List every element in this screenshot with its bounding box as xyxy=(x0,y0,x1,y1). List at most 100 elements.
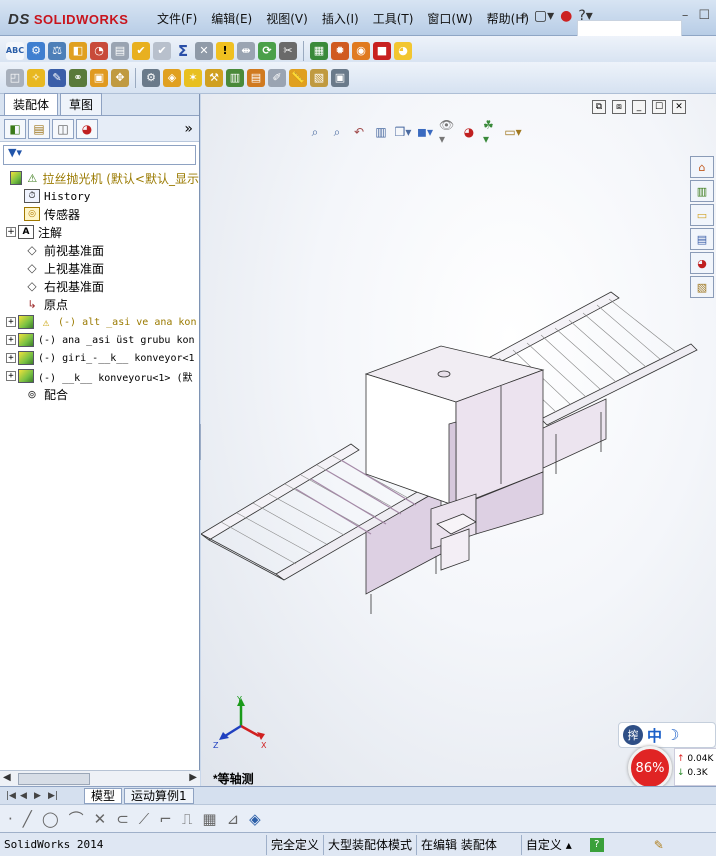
tree-item-mates[interactable]: ⊚ 配合 xyxy=(0,385,199,403)
color-icon[interactable]: ■ xyxy=(373,41,391,60)
table-icon[interactable]: ▦ xyxy=(310,41,328,60)
pattern-icon[interactable]: ▣ xyxy=(90,68,108,87)
tree-item-sensors[interactable]: ◎ 传感器 xyxy=(0,205,199,223)
measure-icon[interactable]: ◔ xyxy=(90,41,108,60)
arc-icon[interactable]: ⌒ xyxy=(69,808,84,829)
palette-icon[interactable]: ◕ xyxy=(394,41,412,60)
tree-item-origin[interactable]: ↳ 原点 xyxy=(0,295,199,313)
configuration-manager-icon[interactable]: ◫ xyxy=(52,118,74,139)
tab-motion-study[interactable]: 运动算例1 xyxy=(124,787,194,804)
trim-icon[interactable]: ✕ xyxy=(94,810,107,828)
move-component-icon[interactable]: ✥ xyxy=(111,68,129,87)
tree-item-component[interactable]: + (-) __k__ konveyoru<1> (默 xyxy=(0,367,199,385)
scroll-right-icon[interactable]: ▶ xyxy=(189,772,197,783)
last-tab-icon[interactable]: ▶| xyxy=(48,791,60,801)
tab-sketch[interactable]: 草图 xyxy=(60,93,103,115)
balance-icon[interactable]: ⚖ xyxy=(48,41,66,60)
tree-item-history[interactable]: ⏱ History xyxy=(0,187,199,205)
sum-icon[interactable]: Σ xyxy=(174,42,192,60)
smart-fasteners-icon[interactable]: ⚙ xyxy=(142,68,160,87)
check-gray-icon[interactable]: ✔ xyxy=(153,41,171,60)
tree-item-component[interactable]: + (-) giri_-__k__ konveyor<1 xyxy=(0,349,199,367)
menu-edit[interactable]: 编辑(E) xyxy=(204,10,259,27)
feature-tree-icon[interactable]: ◧ xyxy=(4,118,26,139)
reference-geometry-icon[interactable]: ✶ xyxy=(184,68,202,87)
help-icon[interactable]: ? xyxy=(589,837,604,852)
tree-horizontal-scrollbar[interactable]: ◀ ▶ xyxy=(0,770,200,786)
new-part-icon[interactable]: ✧ xyxy=(27,68,45,87)
tree-item-front-plane[interactable]: ◇ 前视基准面 xyxy=(0,241,199,259)
tree-root[interactable]: ⚠ 拉丝抛光机 (默认<默认_显示 xyxy=(0,169,199,187)
dimension-icon[interactable]: ◈ xyxy=(249,810,261,828)
menu-file[interactable]: 文件(F) xyxy=(150,10,204,27)
assembly-tool-icon[interactable]: ⚙ xyxy=(27,41,45,60)
tree-item-annotations[interactable]: + A 注解 xyxy=(0,223,199,241)
mirror-icon[interactable]: ⟋ xyxy=(139,810,150,828)
moon-icon[interactable]: ☽ xyxy=(666,726,679,744)
configure-icon[interactable]: ▧ xyxy=(310,68,328,87)
solidworks-logo[interactable]: DS SOLIDWORKS xyxy=(8,8,128,30)
pencil-icon[interactable]: ✎ xyxy=(654,838,664,852)
check-icon[interactable]: ✔ xyxy=(132,41,150,60)
tree-filter[interactable]: ▼▾ xyxy=(3,145,196,165)
expand-icon[interactable]: + xyxy=(6,335,16,345)
network-monitor[interactable]: 86% ↑ 0.04K ↓ 0.3K xyxy=(628,744,716,790)
mate-tool-icon[interactable]: ⚭ xyxy=(69,68,87,87)
edit-component-icon[interactable]: ✎ xyxy=(48,68,66,87)
line-icon[interactable]: ╱ xyxy=(23,810,32,828)
insert-component-icon[interactable]: ◰ xyxy=(6,68,24,87)
render-icon[interactable]: ✹ xyxy=(331,41,349,60)
pin-icon[interactable]: ⌖ xyxy=(520,8,528,24)
ruler-icon[interactable]: 📏 xyxy=(289,68,307,87)
warning-icon[interactable]: ! xyxy=(216,41,234,60)
menu-insert[interactable]: 插入(I) xyxy=(315,10,366,27)
property-manager-icon[interactable]: ▤ xyxy=(28,118,50,139)
expand-icon[interactable]: + xyxy=(6,371,16,381)
component-icon[interactable]: ◧ xyxy=(69,41,87,60)
scroll-thumb[interactable] xyxy=(18,773,90,785)
point-icon[interactable]: · xyxy=(8,810,13,828)
snapshot-icon[interactable]: ▣ xyxy=(331,68,349,87)
tree-item-right-plane[interactable]: ◇ 右视基准面 xyxy=(0,277,199,295)
prev-tab-icon[interactable]: ◀ xyxy=(20,791,32,801)
tree-item-component[interactable]: + ⚠ (-) alt _asi ve ana kon xyxy=(0,313,199,331)
sketch-tool-icon[interactable]: ✐ xyxy=(268,68,286,87)
expand-icon[interactable]: + xyxy=(6,227,16,237)
status-units[interactable]: 自定义 ▴ xyxy=(520,834,576,855)
linear-pattern-icon[interactable]: ▥ xyxy=(226,68,244,87)
scroll-left-icon[interactable]: ◀ xyxy=(3,772,11,783)
menu-tools[interactable]: 工具(T) xyxy=(366,10,421,27)
circle-icon[interactable]: ◯ xyxy=(42,810,59,828)
pattern-icon[interactable]: ▦ xyxy=(202,810,216,828)
tree-item-component[interactable]: + (-) ana _asi üst grubu kon xyxy=(0,331,199,349)
new-document-icon[interactable]: ▢▾ xyxy=(534,8,554,24)
bom-icon[interactable]: ▤ xyxy=(247,68,265,87)
maximize-icon[interactable]: ☐ xyxy=(698,8,710,23)
display-manager-icon[interactable]: ◕ xyxy=(76,118,98,139)
tree-item-top-plane[interactable]: ◇ 上视基准面 xyxy=(0,259,199,277)
expand-icon[interactable]: + xyxy=(6,353,16,363)
interference-icon[interactable]: ✕ xyxy=(195,41,213,60)
offset-icon[interactable]: ⊂ xyxy=(116,810,129,828)
appearance-icon[interactable]: ◉ xyxy=(352,41,370,60)
ime-mode[interactable]: 中 xyxy=(647,725,662,746)
next-tab-icon[interactable]: ▶ xyxy=(34,791,46,801)
tab-assembly[interactable]: 装配体 xyxy=(4,93,59,115)
expand-icon[interactable]: + xyxy=(6,317,16,327)
ime-badge[interactable]: 搾 xyxy=(623,725,643,745)
scissors-icon[interactable]: ✂ xyxy=(279,41,297,60)
update-icon[interactable]: ⟳ xyxy=(258,41,276,60)
convert-icon[interactable]: ⎍ xyxy=(182,810,193,828)
align-icon[interactable]: ⇹ xyxy=(237,41,255,60)
assembly-model[interactable]: Y X Z xyxy=(201,94,716,789)
slot-icon[interactable]: ⊿ xyxy=(227,810,240,828)
minimize-icon[interactable]: – xyxy=(682,8,689,23)
lock-icon[interactable]: ▤ xyxy=(111,41,129,60)
menu-view[interactable]: 视图(V) xyxy=(259,10,315,27)
menu-window[interactable]: 窗口(W) xyxy=(420,10,479,27)
rebuild-icon[interactable]: ● xyxy=(560,8,572,24)
feature-icon[interactable]: ⚒ xyxy=(205,68,223,87)
fillet-icon[interactable]: ⌐ xyxy=(159,810,172,828)
spellcheck-icon[interactable]: ABC xyxy=(6,41,24,60)
first-tab-icon[interactable]: |◀ xyxy=(6,791,18,801)
